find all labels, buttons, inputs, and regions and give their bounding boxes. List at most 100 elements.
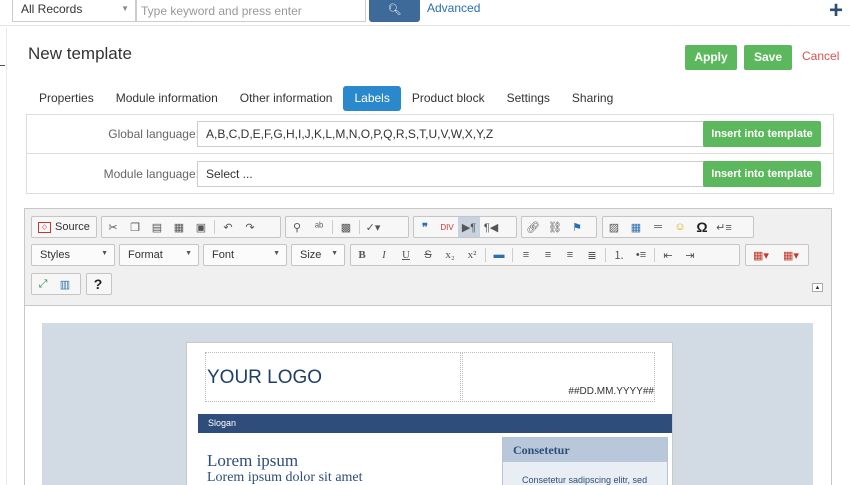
paste-icon[interactable]: ▤ [146, 217, 168, 237]
module-language-value: Select ... [206, 167, 253, 181]
strike-icon[interactable]: S [417, 245, 439, 265]
cancel-link[interactable]: Cancel [802, 49, 839, 63]
table-border-icon[interactable]: ▦▾ [776, 245, 806, 265]
blockquote-icon[interactable]: ❞ [414, 217, 436, 237]
search-icon: 🔍︎ [387, 4, 402, 16]
divider [332, 220, 333, 234]
chevron-down-icon: ▼ [273, 250, 280, 257]
divider [6, 28, 7, 485]
font-combo-label: Font [212, 249, 235, 261]
justify-icon[interactable]: ≣ [581, 245, 603, 265]
insert-module-button[interactable]: Insert into template [703, 161, 821, 187]
top-search-bar: All Records ▼ Type keyword and press ent… [0, 0, 850, 26]
paste-word-icon[interactable]: ▣ [190, 217, 212, 237]
search-button[interactable]: 🔍︎ [369, 0, 420, 22]
tab-settings[interactable]: Settings [496, 86, 561, 111]
divider [359, 220, 360, 234]
cut-icon[interactable]: ✂ [102, 217, 124, 237]
clipboard-group: ✂ ❐ ▤ ▦ ▣ ↶ ↷ [101, 216, 281, 238]
size-combo-label: Size [300, 249, 322, 261]
language-panel: Global language: A,B,C,D,E,F,G,H,I,J,K,L… [26, 114, 834, 194]
align-right-icon[interactable]: ≡ [559, 245, 581, 265]
tab-other-information[interactable]: Other information [229, 86, 344, 111]
tab-module-information[interactable]: Module information [105, 86, 229, 111]
text-color-icon[interactable]: ▦▾ [746, 245, 776, 265]
logo-text: YOUR LOGO [207, 367, 323, 388]
undo-icon[interactable]: ↶ [217, 217, 239, 237]
ltr-icon[interactable]: ▶¶ [458, 217, 480, 237]
bullet-list-icon[interactable]: •≡ [630, 245, 652, 265]
hr-icon[interactable]: ═ [647, 217, 669, 237]
image-icon[interactable]: ▨ [603, 217, 625, 237]
advanced-link[interactable]: Advanced [427, 1, 480, 15]
help-icon[interactable]: ? [87, 274, 109, 294]
div-icon[interactable]: DIV [436, 217, 458, 237]
source-icon: ◇ [38, 221, 51, 233]
maximize-icon[interactable]: ⤢ [32, 274, 54, 294]
smiley-icon[interactable]: ☺ [669, 217, 691, 237]
search-input[interactable]: Type keyword and press enter [136, 0, 366, 22]
content-heading: Lorem ipsum [207, 451, 299, 470]
rtl-icon[interactable]: ¶◀ [480, 217, 502, 237]
format-combo[interactable]: Format ▼ [119, 244, 199, 266]
align-left-icon[interactable]: ≡ [515, 245, 537, 265]
italic-icon[interactable]: I [373, 245, 395, 265]
paste-text-icon[interactable]: ▦ [168, 217, 190, 237]
font-combo[interactable]: Font ▼ [203, 244, 287, 266]
link-group: 🔗︎ ⛓ ⚑ [521, 216, 597, 238]
global-language-value: A,B,C,D,E,F,G,H,I,J,K,L,M,N,O,P,Q,R,S,T,… [206, 127, 494, 141]
sidebar-box-heading: Consetetur [503, 438, 667, 462]
size-combo[interactable]: Size ▼ [291, 244, 345, 266]
save-button[interactable]: Save [744, 45, 792, 70]
tab-bar: Properties Module information Other info… [28, 86, 624, 111]
bold-icon[interactable]: B [351, 245, 373, 265]
superscript-icon[interactable]: x² [461, 245, 483, 265]
numbered-list-icon[interactable]: ⒈ [608, 245, 630, 265]
link-icon[interactable]: 🔗︎ [522, 217, 544, 237]
underline-icon[interactable]: U [395, 245, 417, 265]
spellcheck-icon[interactable]: ✓▾ [362, 217, 384, 237]
align-center-icon[interactable]: ≡ [537, 245, 559, 265]
color-group: ▦▾ ▦▾ [745, 244, 809, 266]
collapse-toolbar-icon[interactable]: ▲ [812, 283, 823, 292]
apply-button[interactable]: Apply [685, 45, 737, 70]
insert-global-button[interactable]: Insert into template [703, 121, 821, 147]
special-char-icon[interactable]: Ω [691, 217, 713, 237]
page-break-icon[interactable]: ↵≡ [713, 217, 735, 237]
editor-content[interactable]: YOUR LOGO ##DD.MM.YYYY## Slogan Lorem ip… [25, 306, 831, 485]
content-subheading: Lorem ipsum dolor sit amet [207, 470, 363, 485]
divider [512, 248, 513, 262]
select-all-icon[interactable]: ▩ [335, 217, 357, 237]
divider [214, 220, 215, 234]
view-group: ⤢ ▥ [31, 273, 81, 295]
find-icon[interactable]: ⚲ [286, 217, 308, 237]
subscript-icon[interactable]: x₂ [439, 245, 461, 265]
source-button[interactable]: ◇ Source [32, 217, 96, 237]
tab-properties[interactable]: Properties [28, 86, 105, 111]
remove-format-icon[interactable]: ▬ [488, 245, 510, 265]
template-paper: YOUR LOGO ##DD.MM.YYYY## Slogan Lorem ip… [186, 342, 673, 485]
replace-icon[interactable]: ᵃᵇ [308, 217, 330, 237]
show-blocks-icon[interactable]: ▥ [54, 274, 76, 294]
slogan-bar: Slogan [198, 414, 672, 433]
global-language-row: Global language: A,B,C,D,E,F,G,H,I,J,K,L… [27, 115, 833, 154]
global-language-select[interactable]: A,B,C,D,E,F,G,H,I,J,K,L,M,N,O,P,Q,R,S,T,… [197, 121, 727, 147]
tab-sharing[interactable]: Sharing [561, 86, 624, 111]
indent-icon[interactable]: ⇥ [679, 245, 701, 265]
tab-labels[interactable]: Labels [343, 86, 401, 111]
divider [0, 65, 5, 66]
global-language-label: Global language: [108, 127, 199, 141]
tab-product-block[interactable]: Product block [401, 86, 496, 111]
insert-group: ▨ ▦ ═ ☺ Ω ↵≡ [602, 216, 754, 238]
editing-group: ⚲ ᵃᵇ ▩ ✓▾ [285, 216, 409, 238]
copy-icon[interactable]: ❐ [124, 217, 146, 237]
table-icon[interactable]: ▦ [625, 217, 647, 237]
anchor-icon[interactable]: ⚑ [566, 217, 588, 237]
redo-icon[interactable]: ↷ [239, 217, 261, 237]
unlink-icon[interactable]: ⛓ [544, 217, 566, 237]
records-select[interactable]: All Records ▼ [12, 0, 136, 22]
styles-combo[interactable]: Styles ▼ [31, 244, 115, 266]
outdent-icon[interactable]: ⇤ [657, 245, 679, 265]
add-icon[interactable]: + [829, 0, 843, 23]
module-language-select[interactable]: Select ... ▼ [197, 161, 727, 187]
